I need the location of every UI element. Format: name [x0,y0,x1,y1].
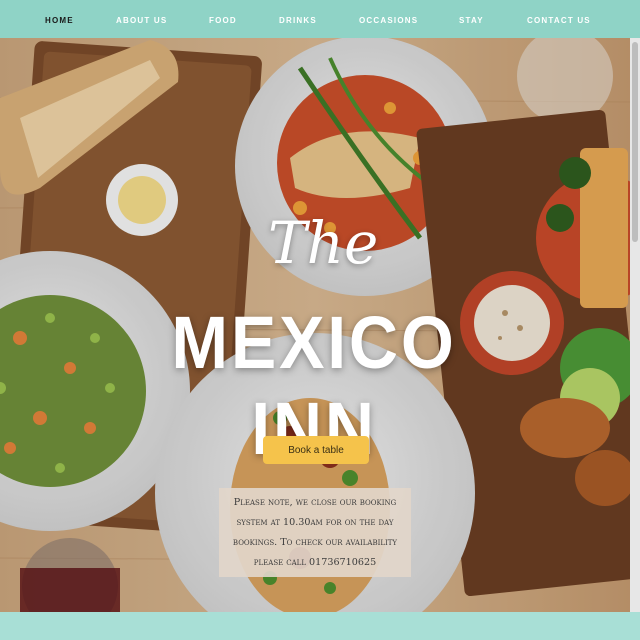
page-scrollbar[interactable] [630,38,640,612]
nav-occasions-link[interactable]: OCCASIONS [359,0,418,38]
bottom-strip [0,612,640,640]
scrollbar-thumb[interactable] [632,42,638,242]
nav-food-link[interactable]: FOOD [209,0,237,38]
booking-notice-text: Please note, we close our booking system… [232,496,398,568]
hero-section: The MEXICO INN Book a table Please note,… [0,38,630,612]
nav-drinks-link[interactable]: DRINKS [279,0,317,38]
top-navigation: HOME ABOUT US FOOD DRINKS OCCASIONS STAY… [0,0,640,38]
nav-about-us-link[interactable]: ABOUT US [116,0,167,38]
nav-home-link[interactable]: HOME [45,0,74,38]
hero-title-prefix: The [268,209,379,277]
nav-contact-us-link[interactable]: CONTACT US [527,0,591,38]
booking-notice: Please note, we close our booking system… [219,488,411,577]
nav-stay-link[interactable]: STAY [459,0,484,38]
book-a-table-button[interactable]: Book a table [263,436,369,464]
